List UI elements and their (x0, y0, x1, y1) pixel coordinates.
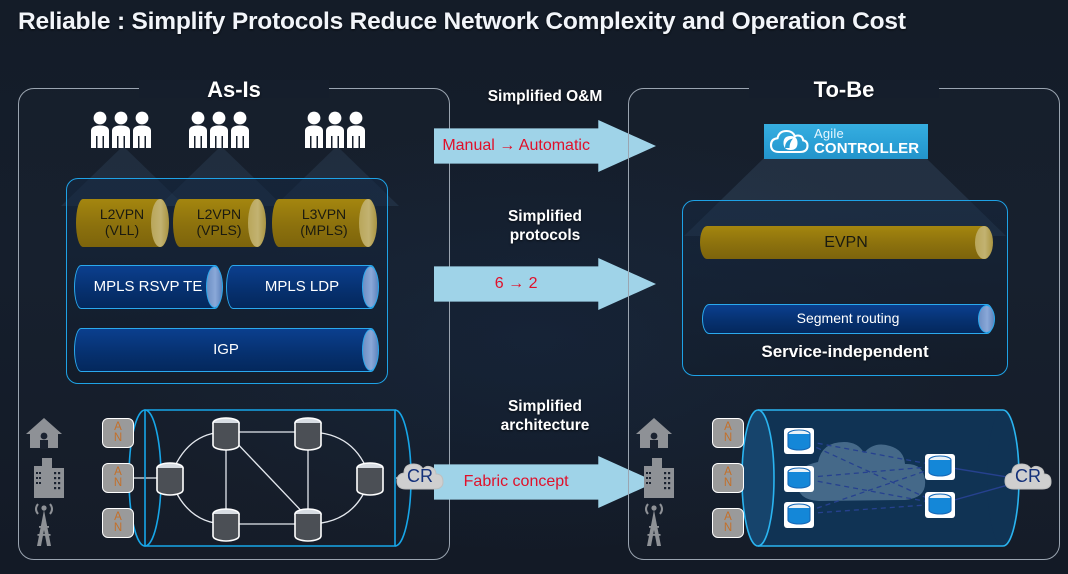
controller-product: CONTROLLER (814, 140, 920, 157)
core-router-cloud[interactable]: CR (392, 456, 448, 496)
transition-arrow-protocols[interactable]: 6 → 2 (434, 258, 656, 310)
to-be-heading: To-Be (813, 77, 875, 102)
core-node (212, 508, 240, 542)
slide-canvas: Reliable : Simplify Protocols Reduce Net… (0, 0, 1068, 574)
protocol-cylinder-evpn[interactable]: EVPN (700, 226, 993, 259)
protocol-label-line1: L3VPN (301, 206, 347, 223)
protocol-label-line2: (VPLS) (196, 222, 242, 238)
spine-node (925, 492, 955, 518)
controller-brand: Agile (814, 126, 844, 141)
operator-group-2 (186, 110, 256, 150)
access-node-letter: N (113, 432, 123, 444)
transition-label-om: Simplified O&M (487, 88, 603, 105)
transition-label-line1: Simplified (507, 208, 583, 225)
cylinder-cap (151, 199, 169, 247)
protocol-label: EVPN (824, 233, 868, 251)
access-node-letter: N (723, 522, 733, 534)
core-router-label: CR (1015, 465, 1041, 486)
transition-label-line2: protocols (509, 226, 581, 244)
access-node-3[interactable]: AN (102, 508, 134, 538)
protocol-label: Segment routing (796, 310, 900, 327)
access-node-letter: N (113, 522, 123, 534)
protocol-label-line1: L2VPN (196, 206, 242, 223)
access-node-2[interactable]: AN (102, 463, 134, 493)
protocol-label-line2: (MPLS) (300, 222, 348, 238)
core-node (212, 417, 240, 451)
access-node-letter: N (723, 477, 733, 489)
protocol-label: L2VPN (VLL) (99, 206, 145, 238)
access-node-2[interactable]: AN (712, 463, 744, 493)
service-independent-caption: Service-independent (761, 342, 929, 361)
as-is-topology: AN AN AN CR (18, 396, 448, 556)
leaf-node (784, 428, 814, 454)
people-icon (91, 111, 151, 148)
access-node-1[interactable]: AN (102, 418, 134, 448)
to-be-topology-graphic (636, 409, 1027, 547)
protocol-cylinder-mpls-rsvp-te[interactable]: MPLS RSVP TE (74, 265, 223, 309)
as-is-topology-graphic (26, 409, 416, 547)
controller-wordmark: Agile CONTROLLER (814, 127, 919, 156)
transition-label-line1: Simplified (507, 398, 583, 415)
protocol-cylinder-segment-routing[interactable]: Segment routing (702, 304, 995, 334)
people-icon (189, 111, 249, 148)
page-title: Reliable : Simplify Protocols Reduce Net… (18, 8, 906, 35)
access-node-letter: N (723, 432, 733, 444)
protocol-label: L3VPN (MPLS) (300, 206, 348, 238)
cell-tower-icon (35, 503, 53, 546)
home-icon (636, 418, 672, 449)
protocol-cylinder-l3vpn-mpls[interactable]: L3VPN (MPLS) (272, 199, 377, 247)
protocol-label: L2VPN (VPLS) (196, 206, 242, 238)
operator-group-1 (88, 110, 158, 150)
cylinder-cap (975, 226, 993, 259)
cylinder-cap (248, 199, 266, 247)
core-router-cloud[interactable]: CR (1000, 456, 1056, 496)
protocol-cylinder-l2vpn-vll[interactable]: L2VPN (VLL) (76, 199, 169, 247)
cylinder-cap (362, 329, 379, 371)
core-node (356, 462, 384, 496)
protocol-label-line1: L2VPN (99, 206, 145, 223)
protocol-label: MPLS RSVP TE (93, 277, 203, 295)
transition-arrow-text: Manual → Automatic (442, 137, 590, 154)
cloud-icon (769, 129, 809, 153)
transition-label-protocols: Simplified protocols (440, 208, 650, 246)
cell-tower-icon (645, 503, 663, 546)
building-icon (644, 458, 674, 498)
protocol-label-line2: (VLL) (104, 222, 140, 238)
leaf-node (784, 502, 814, 528)
protocol-cylinder-igp[interactable]: IGP (74, 328, 379, 372)
transition-label-architecture: Simplified architecture (440, 398, 650, 436)
transition-arrow-text: 6 → 2 (494, 275, 538, 292)
agile-controller-logo[interactable]: Agile CONTROLLER (764, 124, 928, 159)
transition-arrow-architecture[interactable]: Fabric concept (434, 456, 656, 508)
cylinder-cap (206, 266, 223, 308)
core-node (294, 417, 322, 451)
protocol-label: MPLS LDP (264, 277, 340, 295)
core-router-label: CR (407, 465, 433, 486)
access-node-letter: N (113, 477, 123, 489)
building-icon (34, 458, 64, 498)
people-icon (305, 111, 365, 148)
cylinder-cap (359, 199, 377, 247)
operator-group-3 (302, 110, 372, 150)
protocol-cylinder-mpls-ldp[interactable]: MPLS LDP (226, 265, 379, 309)
to-be-topology: AN AN AN CR (628, 396, 1058, 556)
access-node-3[interactable]: AN (712, 508, 744, 538)
cylinder-cap (362, 266, 379, 308)
transition-arrow-text: Fabric concept (463, 473, 569, 490)
protocol-cylinder-l2vpn-vpls[interactable]: L2VPN (VPLS) (173, 199, 266, 247)
core-node (156, 462, 184, 496)
access-node-1[interactable]: AN (712, 418, 744, 448)
transition-arrow-om[interactable]: Manual → Automatic (434, 120, 656, 172)
cylinder-cap (978, 305, 995, 333)
home-icon (26, 418, 62, 449)
spine-node (925, 454, 955, 480)
as-is-heading: As-Is (207, 77, 261, 102)
leaf-node (784, 466, 814, 492)
core-node (294, 508, 322, 542)
protocol-label: IGP (213, 340, 239, 358)
transition-label-line2: architecture (500, 416, 590, 434)
